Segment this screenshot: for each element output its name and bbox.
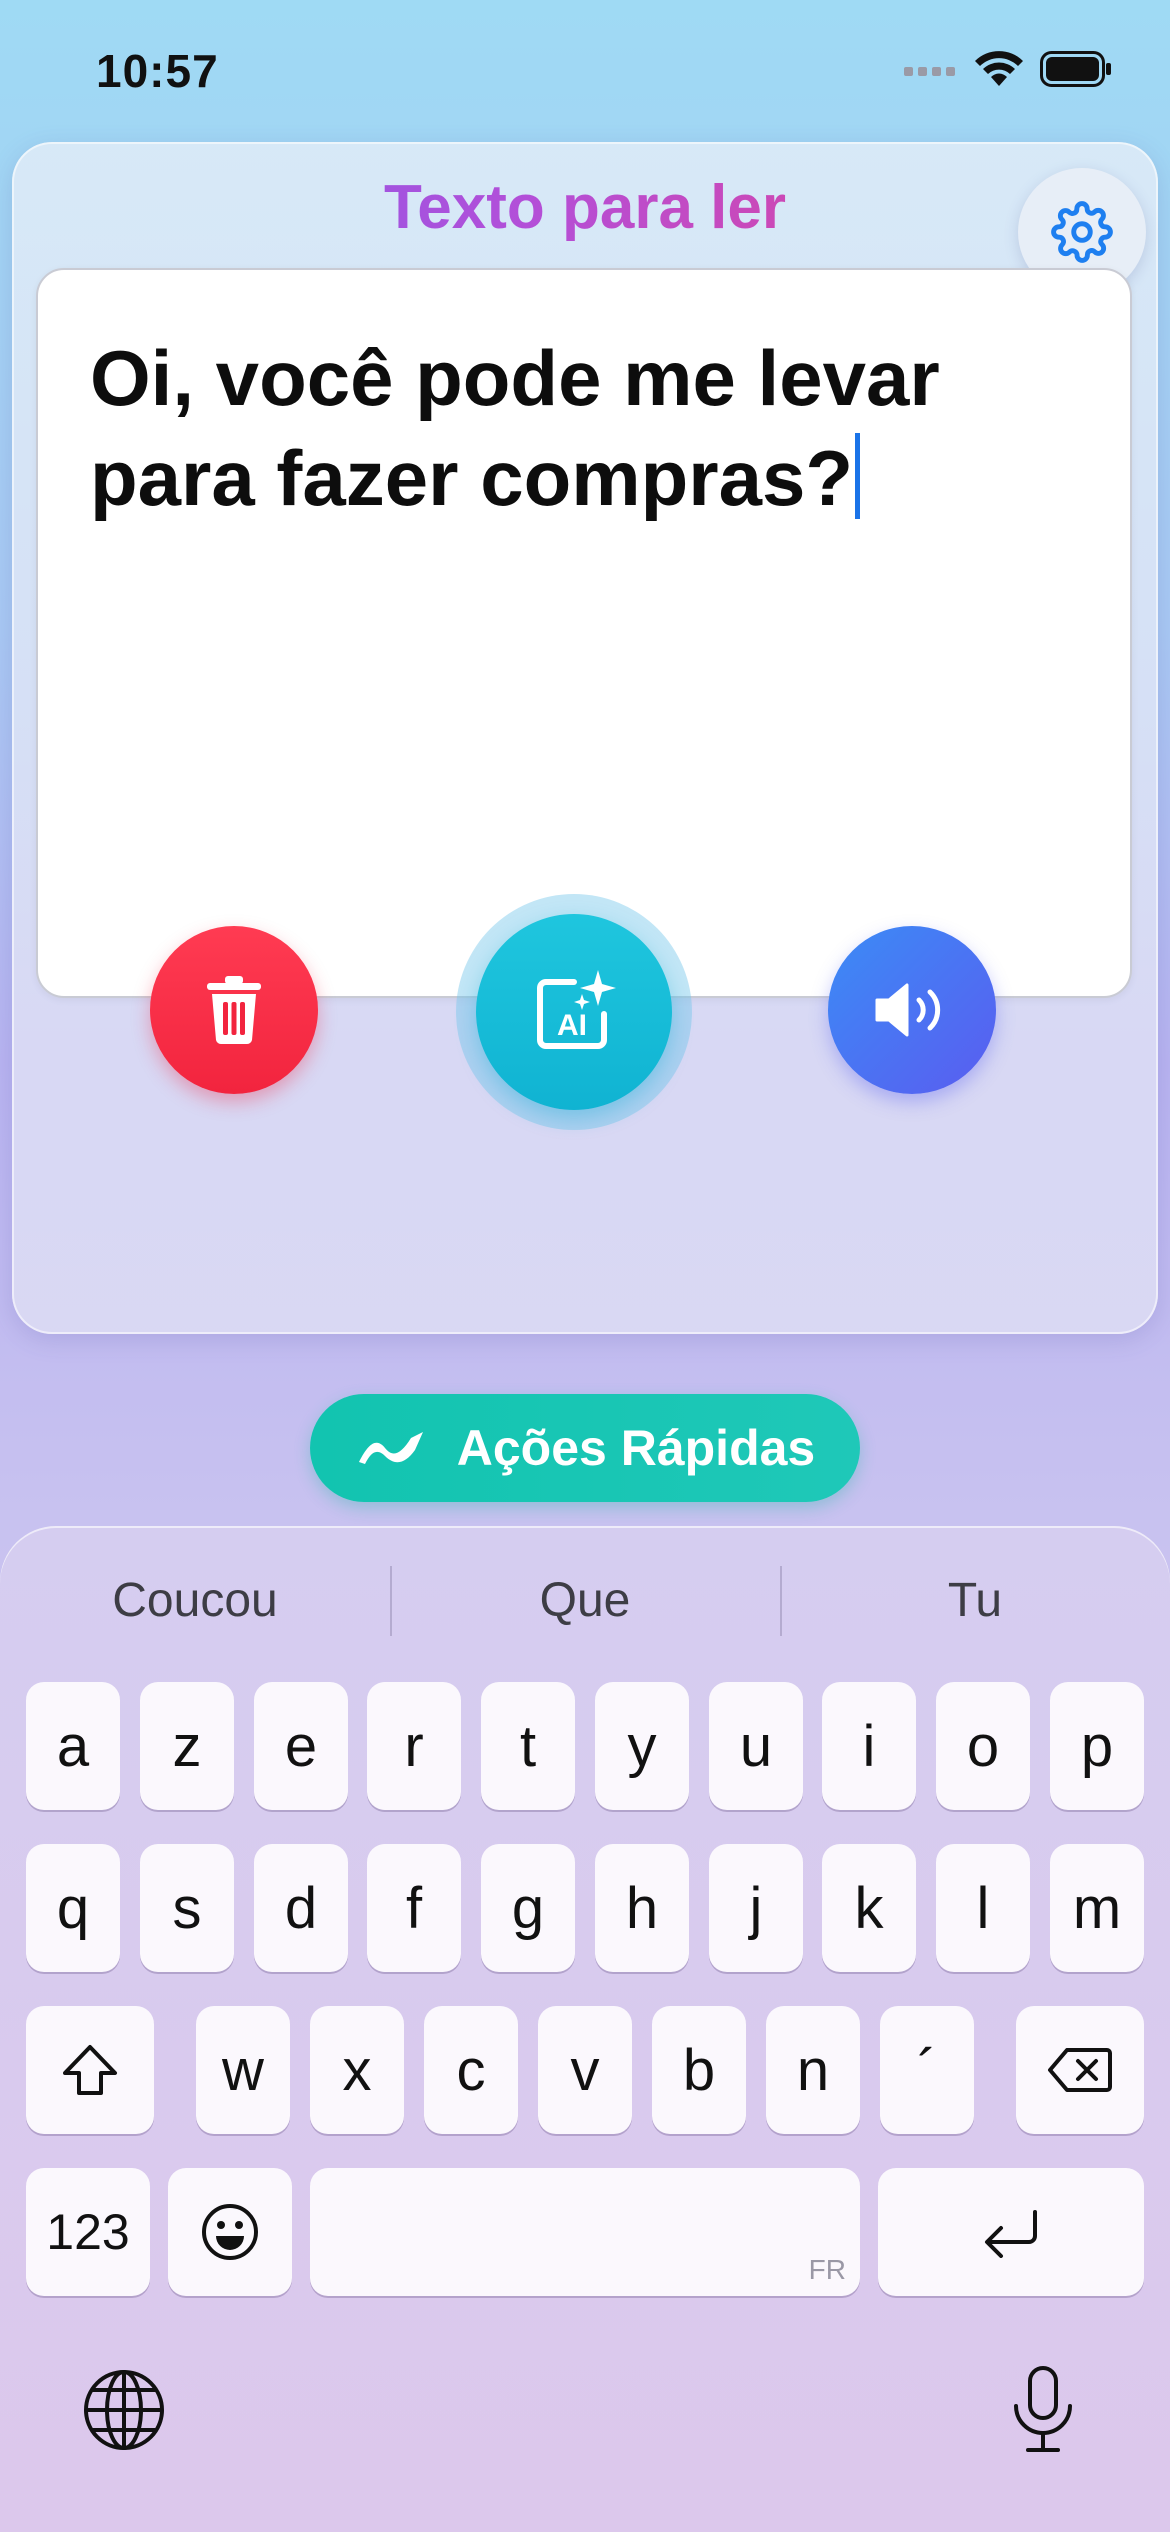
numbers-key[interactable]: 123 <box>26 2168 150 2296</box>
text-input-area[interactable]: Oi, você pode me levar para fazer compra… <box>36 268 1132 998</box>
space-key[interactable]: FR <box>310 2168 860 2296</box>
suggestion-item[interactable]: Tu <box>780 1556 1170 1646</box>
activity-wave-icon <box>358 1432 423 1464</box>
return-key[interactable] <box>878 2168 1144 2296</box>
text-input-value: Oi, você pode me levar para fazer compra… <box>90 334 940 522</box>
speak-button[interactable] <box>828 926 996 1094</box>
key[interactable]: p <box>1050 1682 1144 1810</box>
wifi-icon <box>975 51 1023 86</box>
microphone-icon <box>1014 2366 1072 2452</box>
key[interactable]: b <box>652 2006 746 2134</box>
key[interactable]: r <box>367 1682 461 1810</box>
key[interactable]: q <box>26 1844 120 1972</box>
key[interactable]: w <box>196 2006 290 2134</box>
status-time: 10:57 <box>96 45 219 97</box>
keyboard-language-label: FR <box>808 2254 846 2285</box>
gear-icon <box>1051 201 1113 263</box>
card-title: Texto para ler <box>12 172 1158 243</box>
key[interactable]: z <box>140 1682 234 1810</box>
key[interactable]: f <box>367 1844 461 1972</box>
status-bar: 10:57 <box>0 0 1170 140</box>
trash-icon <box>207 976 261 1045</box>
key[interactable]: v <box>538 2006 632 2134</box>
key[interactable]: j <box>709 1844 803 1972</box>
globe-icon <box>84 2370 164 2450</box>
return-icon <box>985 2210 1037 2258</box>
globe-button[interactable] <box>82 2368 166 2457</box>
shift-icon <box>63 2045 117 2095</box>
signal-icon <box>904 67 955 76</box>
suggestion-item[interactable]: Que <box>390 1556 780 1646</box>
key[interactable]: d <box>254 1844 348 1972</box>
key[interactable]: l <box>936 1844 1030 1972</box>
key[interactable]: a <box>26 1682 120 1810</box>
key[interactable]: y <box>595 1682 689 1810</box>
key[interactable]: m <box>1050 1844 1144 1972</box>
key[interactable]: k <box>822 1844 916 1972</box>
battery-icon <box>1040 51 1111 87</box>
suggestion-item[interactable]: Coucou <box>0 1556 390 1646</box>
keyboard: Coucou Que Tu a z e r t y u i o p q s d … <box>0 1526 1170 2532</box>
delete-button[interactable] <box>150 926 318 1094</box>
key[interactable]: t <box>481 1682 575 1810</box>
text-input-content: Oi, você pode me levar para fazer compra… <box>90 328 1090 528</box>
key[interactable]: s <box>140 1844 234 1972</box>
key[interactable]: n <box>766 2006 860 2134</box>
key[interactable]: x <box>310 2006 404 2134</box>
key[interactable]: ´ <box>880 2006 974 2134</box>
emoji-icon <box>202 2204 258 2260</box>
shift-key[interactable] <box>26 2006 154 2134</box>
suggestion-bar: Coucou Que Tu <box>0 1556 1170 1646</box>
text-to-speech-card: Texto para ler Oi, você pode me levar pa… <box>12 142 1158 1334</box>
text-cursor <box>854 433 860 519</box>
speaker-icon <box>875 983 941 1037</box>
key[interactable]: c <box>424 2006 518 2134</box>
backspace-icon <box>1048 2048 1112 2092</box>
key[interactable]: h <box>595 1844 689 1972</box>
key[interactable]: e <box>254 1682 348 1810</box>
key[interactable]: o <box>936 1682 1030 1810</box>
status-icons <box>904 50 1112 88</box>
quick-actions-button[interactable]: Ações Rápidas <box>310 1394 860 1502</box>
key[interactable]: i <box>822 1682 916 1810</box>
dictation-button[interactable] <box>1008 2364 1078 2461</box>
ai-button[interactable]: AI <box>476 914 672 1110</box>
svg-text:AI: AI <box>557 1009 587 1042</box>
ai-sparkle-icon: AI <box>537 970 616 1049</box>
key[interactable]: u <box>709 1682 803 1810</box>
quick-actions-label: Ações Rápidas <box>456 1420 816 1476</box>
key[interactable]: g <box>481 1844 575 1972</box>
emoji-key[interactable] <box>168 2168 292 2296</box>
backspace-key[interactable] <box>1016 2006 1144 2134</box>
